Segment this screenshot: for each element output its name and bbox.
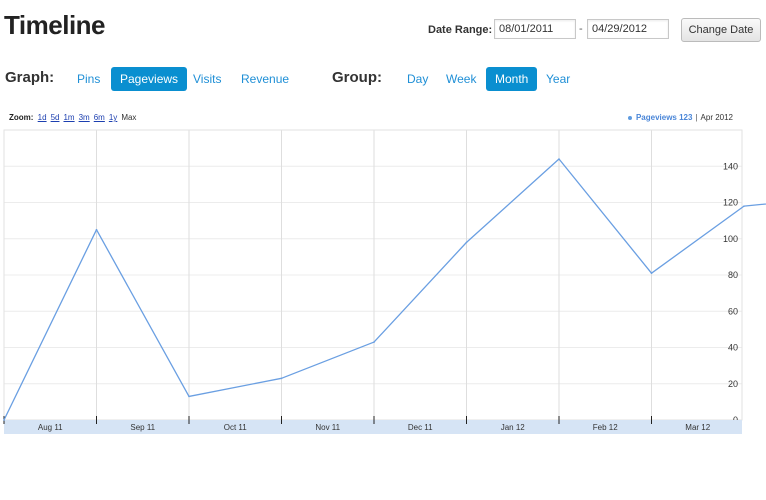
group-option-week[interactable]: Week: [437, 67, 485, 91]
y-tick-label: 100: [723, 234, 738, 244]
data-point: [188, 395, 190, 398]
change-date-button[interactable]: Change Date: [681, 18, 761, 42]
y-tick-label: 20: [728, 379, 738, 389]
page-title: Timeline: [4, 10, 106, 40]
group-option-year[interactable]: Year: [537, 67, 579, 91]
data-point: [373, 341, 375, 343]
graph-option-revenue[interactable]: Revenue: [232, 67, 298, 91]
graph-option-visits[interactable]: Visits: [184, 67, 230, 91]
zoom-5d-link[interactable]: 5d: [51, 113, 60, 122]
pageviews-line-chart: 020406080100120140Aug 11Sep 11Oct 11Nov …: [3, 129, 766, 434]
y-tick-label: 120: [723, 198, 738, 208]
y-tick-label: 140: [723, 161, 738, 171]
x-tick-label: Oct 11: [224, 423, 248, 432]
data-point: [650, 272, 653, 274]
graph-option-pageviews[interactable]: Pageviews: [111, 67, 188, 91]
legend-separator: |: [695, 113, 698, 122]
zoom-1m-link[interactable]: 1m: [63, 113, 74, 122]
group-option-day[interactable]: Day: [398, 67, 437, 91]
y-tick-label: 40: [728, 343, 738, 353]
data-point: [95, 228, 98, 231]
data-point: [465, 241, 468, 244]
graph-option-pins[interactable]: Pins: [68, 67, 109, 91]
graph-label: Graph:: [5, 69, 55, 86]
zoom-6m-link[interactable]: 6m: [94, 113, 105, 122]
group-option-month[interactable]: Month: [486, 67, 538, 91]
end-date-input[interactable]: [587, 19, 669, 39]
x-tick-label: Feb 12: [593, 423, 618, 432]
date-range-label: Date Range:: [428, 24, 493, 36]
data-point: [280, 377, 283, 380]
x-tick-label: Aug 11: [38, 423, 63, 432]
x-axis-band: [4, 420, 742, 434]
legend-series-label: Pageviews 123: [635, 113, 693, 122]
zoom-1y-link[interactable]: 1y: [109, 113, 117, 122]
legend-date: Apr 2012: [700, 113, 733, 122]
series-dot-icon: [627, 115, 632, 120]
x-tick-label: Dec 11: [408, 423, 433, 432]
x-tick-label: Mar 12: [685, 423, 710, 432]
zoom-controls: Zoom: 1d 5d 1m 3m 6m 1y Max: [9, 113, 136, 122]
x-tick-label: Sep 11: [130, 423, 155, 432]
y-tick-label: 80: [728, 270, 738, 280]
group-label: Group:: [332, 69, 382, 86]
zoom-1d-link[interactable]: 1d: [38, 113, 47, 122]
zoom-max-label: Max: [121, 113, 137, 122]
y-tick-label: 60: [728, 306, 738, 316]
zoom-label: Zoom:: [9, 113, 34, 122]
x-tick-label: Nov 11: [315, 423, 340, 432]
data-point: [3, 419, 5, 421]
chart-legend: Pageviews 123 | Apr 2012: [627, 113, 733, 122]
data-point: [558, 158, 560, 160]
x-tick-label: Jan 12: [501, 423, 526, 432]
start-date-input[interactable]: [494, 19, 576, 39]
zoom-3m-link[interactable]: 3m: [79, 113, 90, 122]
date-separator: -: [579, 23, 583, 35]
data-point: [743, 205, 745, 207]
